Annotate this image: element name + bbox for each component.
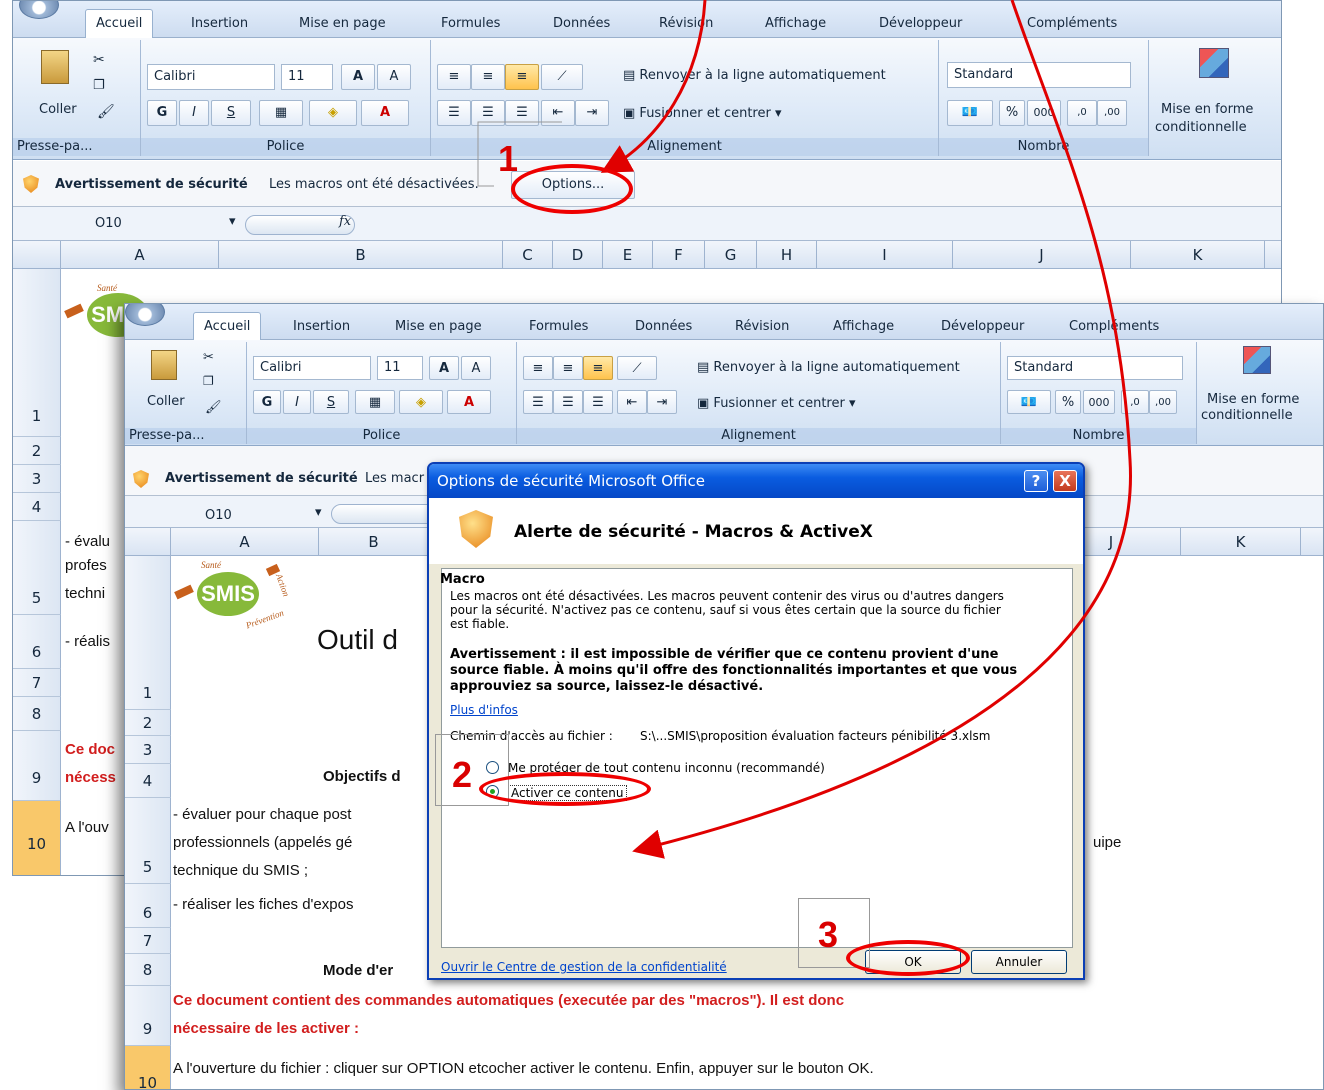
oval-enable	[479, 772, 651, 806]
step-3-label: 3	[818, 914, 839, 955]
oval-options	[511, 164, 633, 214]
step-2-label: 2	[452, 754, 473, 795]
arrow-to-dialog	[632, 0, 1132, 859]
annotation-arrows	[477, 0, 1132, 859]
step-1-label: 1	[498, 138, 519, 179]
arrow-to-options	[600, 0, 707, 173]
oval-ok	[846, 940, 970, 976]
